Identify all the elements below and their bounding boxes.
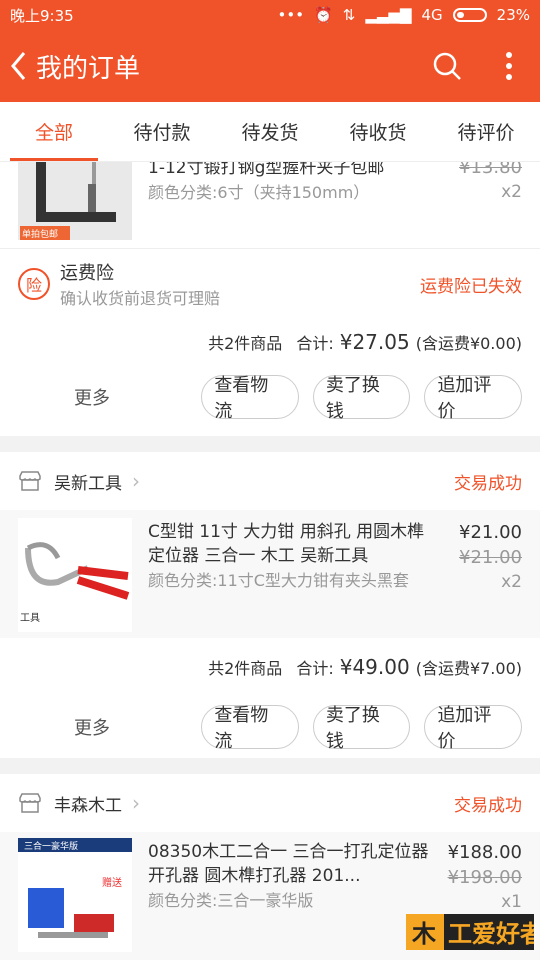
- tab-pending-payment[interactable]: 待付款: [108, 102, 216, 161]
- status-right: ••• ⏰ ⇅ ▂▃▅▇ 4G 23%: [278, 6, 530, 24]
- view-logistics-button[interactable]: 查看物流: [201, 375, 299, 422]
- thumb-tag: 单拍包邮: [22, 230, 59, 240]
- svg-text:木: 木: [411, 920, 437, 948]
- insurance-desc: 确认收货前退货可理赔: [60, 289, 221, 308]
- item-count: 共2件商品: [208, 334, 283, 353]
- notification-dots-icon: •••: [277, 6, 305, 24]
- item-count: 共2件商品: [208, 659, 283, 678]
- insurance-text: 运费险 确认收货前退货可理赔: [50, 259, 420, 309]
- order-actions: 更多 查看物流 卖了换钱 追加评价: [0, 696, 540, 758]
- view-logistics-button[interactable]: 查看物流: [201, 705, 299, 752]
- more-link[interactable]: 更多: [18, 384, 187, 410]
- item-title: C型钳 11寸 大力钳 用斜孔 用圆木榫定位器 三合一 木工 吴新工具: [148, 522, 425, 566]
- item-prices: ¥13.80 x2: [432, 162, 522, 248]
- search-icon: [433, 52, 461, 80]
- item-quantity: x2: [501, 182, 522, 202]
- item-quantity: x2: [501, 572, 522, 592]
- battery-percent: 23%: [496, 6, 530, 24]
- store-icon: [19, 793, 41, 813]
- signal-icon: ▂▃▅▇: [365, 6, 412, 24]
- thumb-badge: 赠送: [102, 878, 122, 889]
- chevron-right-icon: ›: [132, 469, 140, 493]
- shipping-insurance-row[interactable]: 险 运费险 确认收货前退货可理赔 运费险已失效: [0, 249, 540, 319]
- store-icon: [19, 471, 41, 491]
- svg-text:工爱好者: 工爱好者: [448, 920, 534, 948]
- item-price: ¥188.00: [447, 842, 522, 863]
- item-info: 08350木工二合一 三合一打孔定位器 开孔器 圆木榫打孔器 201... 颜色…: [132, 838, 432, 960]
- status-bar: 晚上9:35 ••• ⏰ ⇅ ▂▃▅▇ 4G 23%: [0, 0, 540, 30]
- item-original-price: ¥13.80: [459, 162, 522, 178]
- item-original-price: ¥21.00: [459, 547, 522, 568]
- total-amount: ¥27.05: [339, 330, 410, 354]
- back-icon: [11, 52, 26, 80]
- network-type: 4G: [421, 6, 443, 24]
- page-title: 我的订单: [36, 53, 141, 84]
- item-original-price: ¥198.00: [447, 867, 522, 888]
- item-spec: 颜色分类:6寸（夹持150mm）: [148, 183, 370, 202]
- tab-pending-review[interactable]: 待评价: [432, 102, 540, 161]
- tab-pending-shipment[interactable]: 待发货: [216, 102, 324, 161]
- order-item[interactable]: 单拍包邮 1-12寸锻打钢g型握杆夹子包邮 颜色分类:6寸（夹持150mm） ¥…: [0, 162, 540, 248]
- item-spec: 颜色分类:11寸C型大力钳有夹头黑套: [148, 571, 409, 590]
- insurance-title: 运费险: [60, 263, 114, 284]
- total-label: 合计:: [296, 659, 334, 678]
- title-bar: 我的订单: [0, 30, 540, 102]
- order-status: 交易成功: [454, 795, 522, 816]
- insurance-badge-icon: 险: [18, 268, 50, 300]
- product-thumbnail: 工具: [18, 518, 132, 632]
- tab-all[interactable]: 全部: [0, 102, 108, 161]
- order-actions: 更多 查看物流 卖了换钱 追加评价: [0, 365, 540, 429]
- item-spec: 颜色分类:三合一豪华版: [148, 891, 314, 910]
- order-card-2: 吴新工具 › 交易成功 工具 C型钳 11寸 大力钳 用斜孔 用圆木榫定位器 三…: [0, 452, 540, 758]
- search-button[interactable]: [416, 30, 478, 102]
- add-review-button[interactable]: 追加评价: [424, 375, 522, 422]
- total-amount: ¥49.00: [339, 655, 410, 679]
- dowel-jig-image: [18, 838, 132, 952]
- watermark-logo: 木 工爱好者: [406, 910, 540, 954]
- item-price: ¥21.00: [459, 522, 522, 543]
- store-header[interactable]: 吴新工具 › 交易成功: [0, 452, 540, 510]
- chevron-right-icon: ›: [132, 791, 140, 815]
- more-icon: [506, 52, 512, 80]
- product-thumbnail: 单拍包邮: [18, 162, 132, 240]
- item-title: 08350木工二合一 三合一打孔定位器 开孔器 圆木榫打孔器 201...: [148, 842, 429, 886]
- battery-icon: [452, 8, 487, 22]
- resell-button[interactable]: 卖了换钱: [312, 375, 411, 422]
- watermark-logo-image: 木 工爱好者: [406, 914, 540, 950]
- item-info: 1-12寸锻打钢g型握杆夹子包邮 颜色分类:6寸（夹持150mm）: [132, 162, 432, 248]
- item-prices: ¥21.00 ¥21.00 x2: [432, 518, 522, 638]
- store-header[interactable]: 丰森木工 › 交易成功: [0, 774, 540, 832]
- order-tabs: 全部 待付款 待发货 待收货 待评价: [0, 102, 540, 162]
- status-time: 晚上9:35: [10, 6, 74, 25]
- total-label: 合计:: [296, 334, 334, 353]
- more-link[interactable]: 更多: [18, 714, 187, 740]
- shipping-fee: (含运费¥0.00): [415, 334, 522, 353]
- back-button[interactable]: [0, 30, 36, 102]
- thumb-tag: 工具: [20, 613, 40, 624]
- data-transfer-icon: ⇅: [342, 6, 356, 24]
- tab-pending-receipt[interactable]: 待收货: [324, 102, 432, 161]
- shipping-fee: (含运费¥7.00): [415, 659, 522, 678]
- order-item[interactable]: 工具 C型钳 11寸 大力钳 用斜孔 用圆木榫定位器 三合一 木工 吴新工具 颜…: [0, 510, 540, 638]
- order-summary: 共2件商品 合计: ¥27.05 (含运费¥0.00): [0, 319, 540, 365]
- store-name: 丰森木工: [54, 795, 122, 816]
- order-status: 交易成功: [454, 473, 522, 494]
- resell-button[interactable]: 卖了换钱: [312, 705, 411, 752]
- item-title: 1-12寸锻打钢g型握杆夹子包邮: [148, 162, 385, 178]
- store-name: 吴新工具: [54, 473, 122, 494]
- add-review-button[interactable]: 追加评价: [424, 705, 522, 752]
- more-button[interactable]: [478, 30, 540, 102]
- insurance-status: 运费险已失效: [420, 276, 522, 297]
- item-info: C型钳 11寸 大力钳 用斜孔 用圆木榫定位器 三合一 木工 吴新工具 颜色分类…: [132, 518, 432, 638]
- thumb-header: 三合一豪华版: [24, 842, 79, 852]
- order-card-1: 单拍包邮 1-12寸锻打钢g型握杆夹子包邮 颜色分类:6寸（夹持150mm） ¥…: [0, 162, 540, 436]
- product-thumbnail: 三合一豪华版 赠送: [18, 838, 132, 952]
- alarm-icon: ⏰: [314, 6, 333, 24]
- order-summary: 共2件商品 合计: ¥49.00 (含运费¥7.00): [0, 638, 540, 696]
